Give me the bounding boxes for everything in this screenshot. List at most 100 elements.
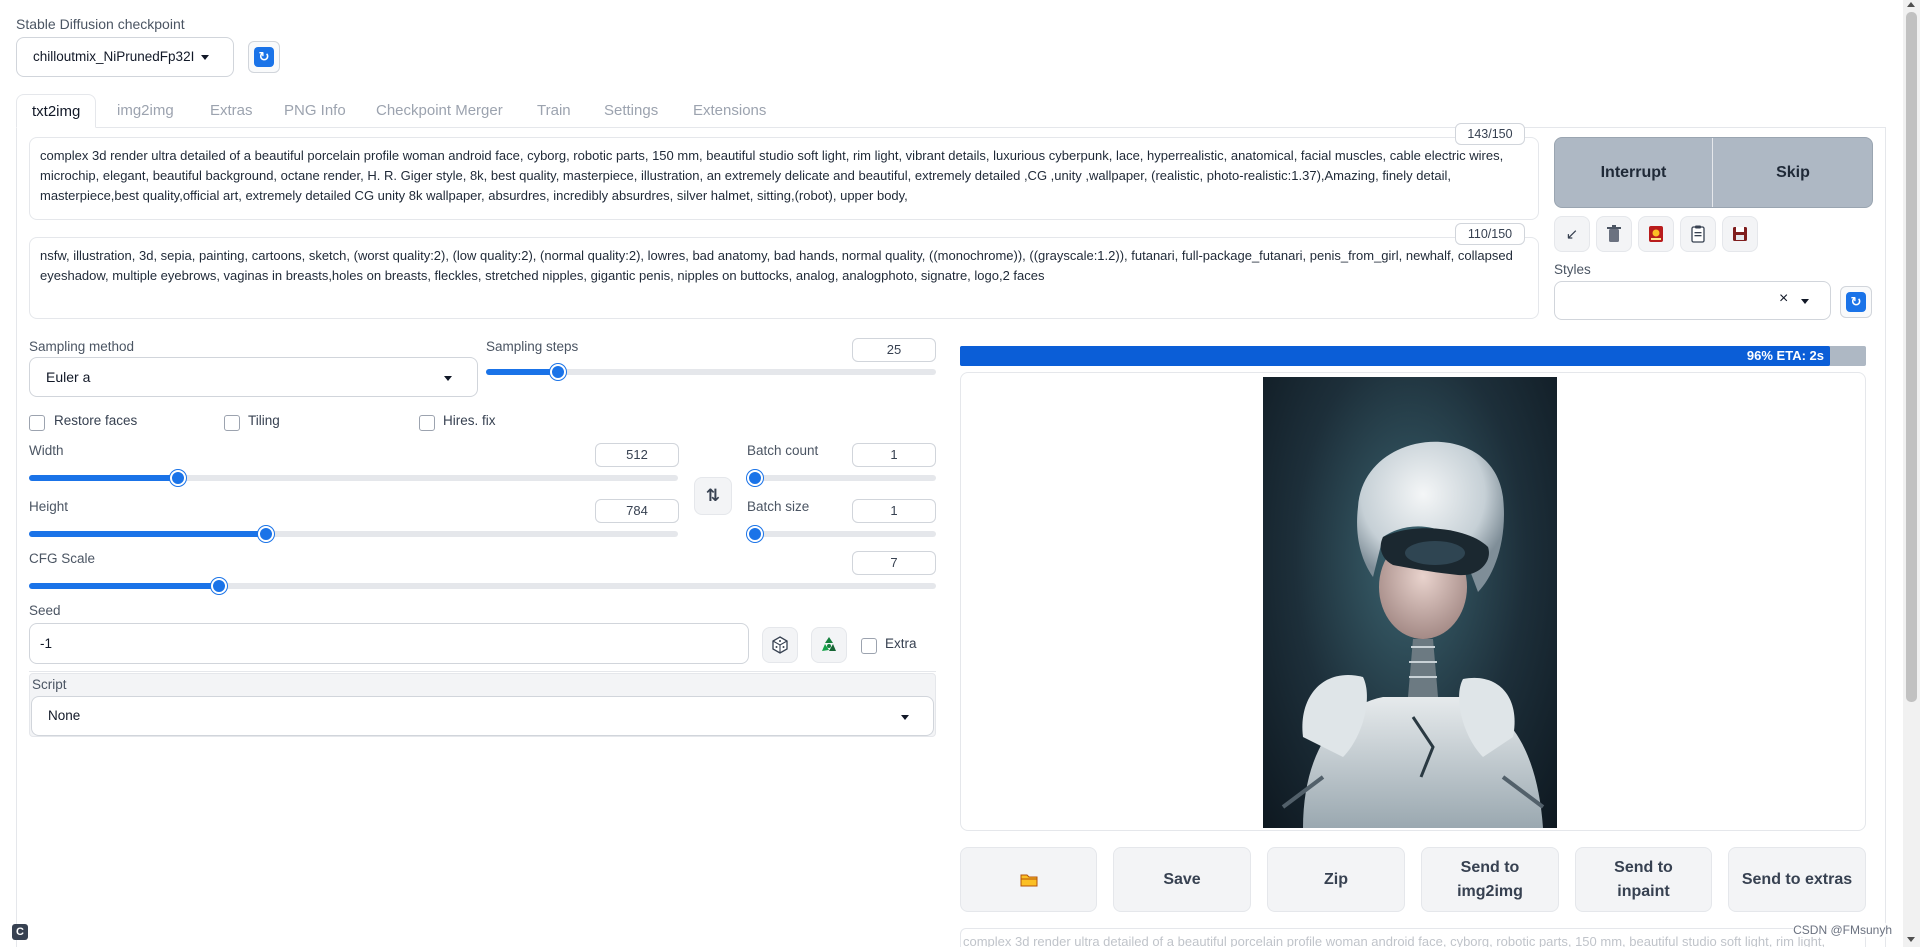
- save-button[interactable]: Save: [1113, 847, 1251, 912]
- scroll-up-icon[interactable]: [1907, 2, 1915, 7]
- tab-checkpoint-merger[interactable]: Checkpoint Merger: [376, 94, 503, 128]
- slider-fill: [29, 531, 266, 537]
- app-logo-icon: C: [12, 924, 28, 940]
- folder-icon: [1020, 874, 1037, 886]
- checkpoint-select[interactable]: chilloutmix_NiPrunedFp32I: [16, 37, 234, 77]
- seed-input[interactable]: -1: [29, 623, 749, 664]
- script-label: Script: [32, 677, 67, 692]
- interrupt-button[interactable]: Interrupt: [1555, 138, 1713, 207]
- script-select[interactable]: None: [31, 696, 934, 736]
- batch-size-label: Batch size: [747, 499, 810, 514]
- clear-prompt-button[interactable]: [1596, 216, 1632, 252]
- tab-img2img[interactable]: img2img: [117, 94, 174, 128]
- hires-fix-label: Hires. fix: [443, 413, 496, 428]
- sampling-method-select[interactable]: Euler a: [29, 357, 478, 397]
- open-folder-button[interactable]: [960, 847, 1097, 912]
- progress-text: 96% ETA: 2s: [1746, 348, 1824, 363]
- clipboard-icon: [1691, 225, 1705, 243]
- restore-faces-checkbox[interactable]: [29, 415, 45, 431]
- scrollbar-thumb[interactable]: [1906, 12, 1917, 702]
- height-input[interactable]: 784: [595, 499, 679, 523]
- send-to-img2img-button[interactable]: Send to img2img: [1421, 847, 1559, 912]
- sampling-method-label: Sampling method: [29, 339, 135, 354]
- slider-handle[interactable]: [747, 526, 763, 542]
- refresh-checkpoint-button[interactable]: ↻: [248, 41, 280, 73]
- height-slider[interactable]: [29, 526, 678, 542]
- styles-dropdown[interactable]: ×: [1554, 281, 1831, 320]
- height-label: Height: [29, 499, 69, 514]
- zip-button[interactable]: Zip: [1267, 847, 1405, 912]
- read-params-button[interactable]: ↙: [1554, 216, 1590, 252]
- sampling-steps-label: Sampling steps: [486, 339, 579, 354]
- generated-image[interactable]: [1263, 377, 1557, 828]
- slider-handle[interactable]: [258, 526, 274, 542]
- tab-txt2img[interactable]: txt2img: [16, 94, 97, 128]
- random-seed-button[interactable]: [762, 627, 798, 663]
- robot-portrait-image: [1281, 441, 1545, 828]
- width-input[interactable]: 512: [595, 443, 679, 467]
- batch-size-input[interactable]: 1: [852, 499, 936, 523]
- cfg-scale-slider[interactable]: [29, 578, 936, 594]
- checkpoint-label: Stable Diffusion checkpoint: [16, 16, 185, 32]
- generation-info-text: complex 3d render ultra detailed of a be…: [963, 934, 1826, 947]
- slider-handle[interactable]: [550, 364, 566, 380]
- styles-label: Styles: [1554, 262, 1591, 277]
- script-block: Script None: [29, 673, 936, 737]
- tab-extras[interactable]: Extras: [210, 94, 253, 128]
- slider-fill: [486, 369, 558, 375]
- refresh-icon: ↻: [1846, 292, 1866, 312]
- reuse-seed-button[interactable]: [811, 627, 847, 663]
- tab-settings[interactable]: Settings: [604, 94, 658, 128]
- recycle-icon: [822, 637, 836, 651]
- tab-train[interactable]: Train: [537, 94, 571, 128]
- hires-fix-checkbox[interactable]: [419, 415, 435, 431]
- slider-handle[interactable]: [747, 470, 763, 486]
- batch-size-slider[interactable]: [747, 526, 936, 542]
- swap-dimensions-button[interactable]: ⇅: [694, 477, 732, 515]
- script-value: None: [48, 708, 81, 723]
- clear-styles-icon[interactable]: ×: [1779, 290, 1788, 308]
- progress-fill: [960, 346, 1830, 366]
- chevron-down-icon: [1801, 299, 1809, 304]
- prompt-text: complex 3d render ultra detailed of a be…: [40, 148, 1504, 203]
- cfg-scale-input[interactable]: 7: [852, 551, 936, 575]
- negative-prompt-text: nsfw, illustration, 3d, sepia, painting,…: [40, 248, 1513, 283]
- negative-prompt-textarea[interactable]: nsfw, illustration, 3d, sepia, painting,…: [29, 237, 1539, 319]
- slider-fill: [29, 583, 219, 589]
- page-scrollbar[interactable]: [1903, 0, 1920, 947]
- send-to-inpaint-button[interactable]: Send to inpaint: [1575, 847, 1712, 912]
- arrow-icon: ↙: [1565, 226, 1579, 243]
- checkpoint-value: chilloutmix_NiPrunedFp32I: [33, 49, 195, 64]
- extra-seed-label: Extra: [885, 636, 917, 651]
- batch-count-label: Batch count: [747, 443, 819, 458]
- chevron-down-icon: [201, 55, 209, 60]
- seed-label: Seed: [29, 603, 61, 618]
- slider-handle[interactable]: [170, 470, 186, 486]
- sampling-steps-slider[interactable]: [486, 364, 936, 380]
- batch-count-input[interactable]: 1: [852, 443, 936, 467]
- batch-count-slider[interactable]: [747, 470, 936, 486]
- width-slider[interactable]: [29, 470, 678, 486]
- script-divider: [29, 671, 936, 672]
- scroll-down-icon[interactable]: [1907, 937, 1915, 942]
- save-style-button[interactable]: [1722, 216, 1758, 252]
- extra-seed-checkbox[interactable]: [861, 638, 877, 654]
- slider-fill: [29, 475, 178, 481]
- slider-handle[interactable]: [211, 578, 227, 594]
- generation-info: complex 3d render ultra detailed of a be…: [960, 928, 1866, 947]
- refresh-styles-button[interactable]: ↻: [1840, 286, 1872, 318]
- sampling-steps-input[interactable]: 25: [852, 338, 936, 362]
- tab-extensions[interactable]: Extensions: [693, 94, 766, 128]
- skip-button[interactable]: Skip: [1714, 138, 1872, 207]
- show-extra-networks-button[interactable]: [1638, 216, 1674, 252]
- tab-png-info[interactable]: PNG Info: [284, 94, 346, 128]
- swap-icon: ⇅: [705, 486, 721, 505]
- prompt-textarea[interactable]: complex 3d render ultra detailed of a be…: [29, 137, 1539, 220]
- send-to-extras-button[interactable]: Send to extras: [1728, 847, 1866, 912]
- prompt-token-counter: 143/150: [1455, 123, 1525, 145]
- apply-styles-button[interactable]: [1680, 216, 1716, 252]
- red-card-icon: [1649, 226, 1663, 242]
- trash-icon: [1607, 225, 1621, 242]
- sampling-method-value: Euler a: [46, 369, 91, 385]
- tiling-checkbox[interactable]: [224, 415, 240, 431]
